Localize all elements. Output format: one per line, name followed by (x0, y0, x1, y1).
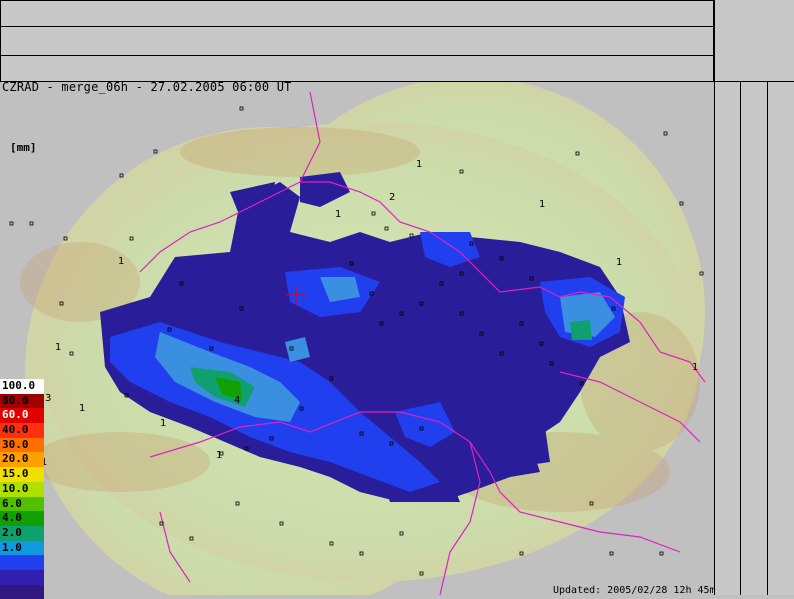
station-label: 1 (79, 403, 85, 414)
legend-item: 1.0 (0, 540, 44, 556)
legend-item: 6.0 (0, 496, 44, 512)
legend-item (0, 555, 44, 570)
station-label: 1 (118, 256, 124, 267)
station-label: 2 (389, 192, 395, 203)
station-label: 1 (216, 450, 222, 461)
legend-item (0, 569, 44, 585)
right-top-panel (714, 0, 794, 82)
precipitation-legend: 100.0 80.0 60.0 40.0 30.0 20.0 15.0 10.0 6.0 4.0 2… (0, 379, 44, 599)
second-panel (0, 26, 714, 56)
station-label: 1 (416, 159, 422, 170)
legend-item: 20.0 (0, 452, 44, 468)
legend-item: 15.0 (0, 467, 44, 482)
legend-item: 40.0 (0, 423, 44, 438)
station-label: 1 (335, 209, 341, 220)
right-column-3 (767, 82, 794, 595)
right-column-1 (714, 82, 740, 595)
station-label: 1 (539, 199, 545, 210)
updated-timestamp: Updated: 2005/02/28 12h 45m (553, 585, 716, 596)
station-label: 1 (616, 257, 622, 268)
top-panel (0, 0, 714, 27)
right-column-2 (740, 82, 767, 595)
station-label: 1 (160, 418, 166, 429)
radar-map: 1 1 2 1 1 1 1 1 1 4 1 1 3 1 (0, 82, 714, 595)
legend-item (0, 584, 44, 599)
station-label: 1 (55, 342, 61, 353)
station-label: 4 (234, 395, 240, 406)
legend-item: 4.0 (0, 511, 44, 526)
legend-item: 100.0 (0, 379, 44, 394)
station-label: 1 (692, 362, 698, 373)
legend-item: 80.0 (0, 393, 44, 409)
legend-item: 10.0 (0, 481, 44, 497)
legend-item: 60.0 (0, 408, 44, 424)
third-panel (0, 55, 714, 82)
unit-label: [mm] (10, 141, 37, 154)
legend-item: 30.0 (0, 437, 44, 453)
legend-item: 2.0 (0, 525, 44, 541)
map-title: CZRAD - merge_06h - 27.02.2005 06:00 UT (2, 80, 292, 94)
station-label: 3 (45, 393, 51, 404)
